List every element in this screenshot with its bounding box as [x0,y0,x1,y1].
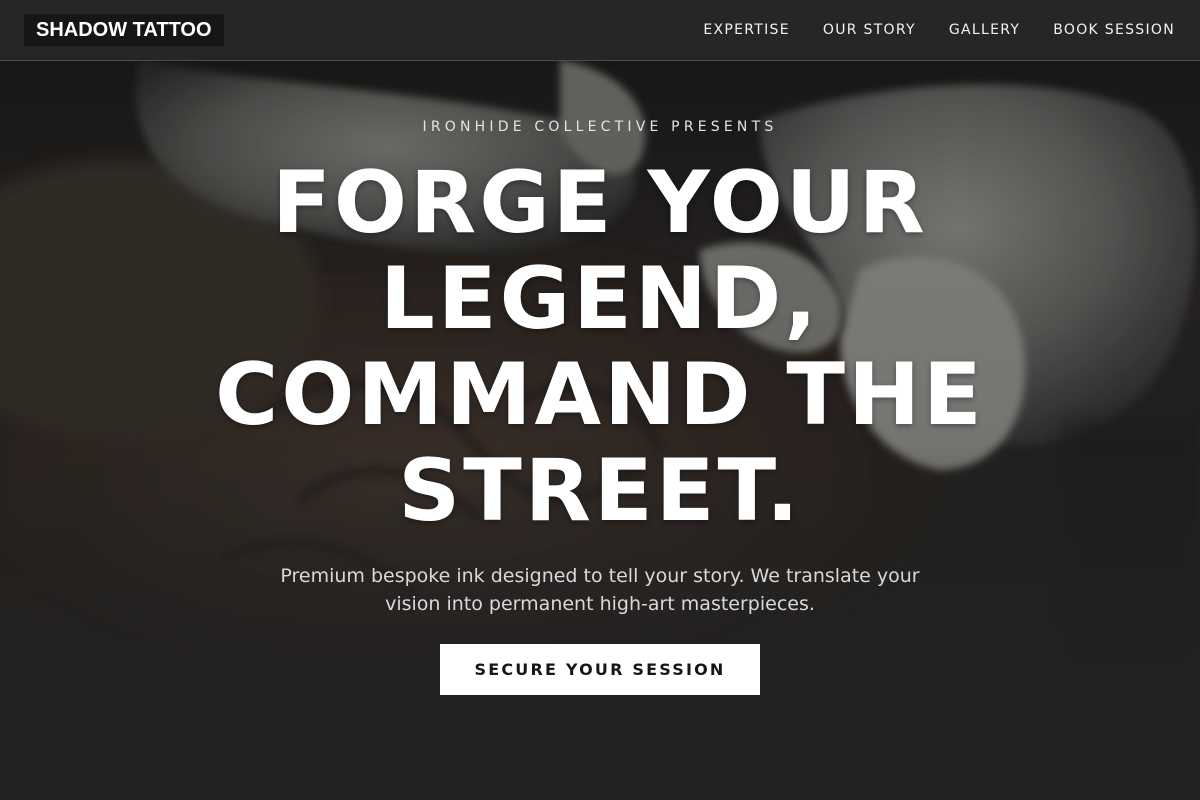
site-header: SHADOW TATTOO EXPERTISE OUR STORY GALLER… [0,0,1200,61]
logo[interactable]: SHADOW TATTOO [24,14,224,46]
headline-line-4: STREET. [398,441,802,541]
hero-headline: FORGE YOUR LEGEND, COMMAND THE STREET. [150,155,1050,539]
nav-link-expertise[interactable]: EXPERTISE [703,22,790,38]
headline-line-2: LEGEND, [380,249,820,349]
nav-link-our-story[interactable]: OUR STORY [823,22,916,38]
logo-text: SHADOW TATTOO [36,18,212,41]
nav-link-gallery[interactable]: GALLERY [949,22,1020,38]
main-nav: EXPERTISE OUR STORY GALLERY BOOK SESSION [703,0,1175,60]
nav-link-book-session[interactable]: BOOK SESSION [1053,22,1175,38]
secure-session-button[interactable]: SECURE YOUR SESSION [440,644,760,695]
hero-eyebrow: IRONHIDE COLLECTIVE PRESENTS [422,119,778,135]
hero-section: IRONHIDE COLLECTIVE PRESENTS FORGE YOUR … [0,61,1200,800]
headline-line-1: FORGE YOUR [272,153,928,253]
headline-line-3: COMMAND THE [215,345,985,445]
page: SHADOW TATTOO EXPERTISE OUR STORY GALLER… [0,0,1200,800]
hero-subtext: Premium bespoke ink designed to tell you… [280,565,920,615]
